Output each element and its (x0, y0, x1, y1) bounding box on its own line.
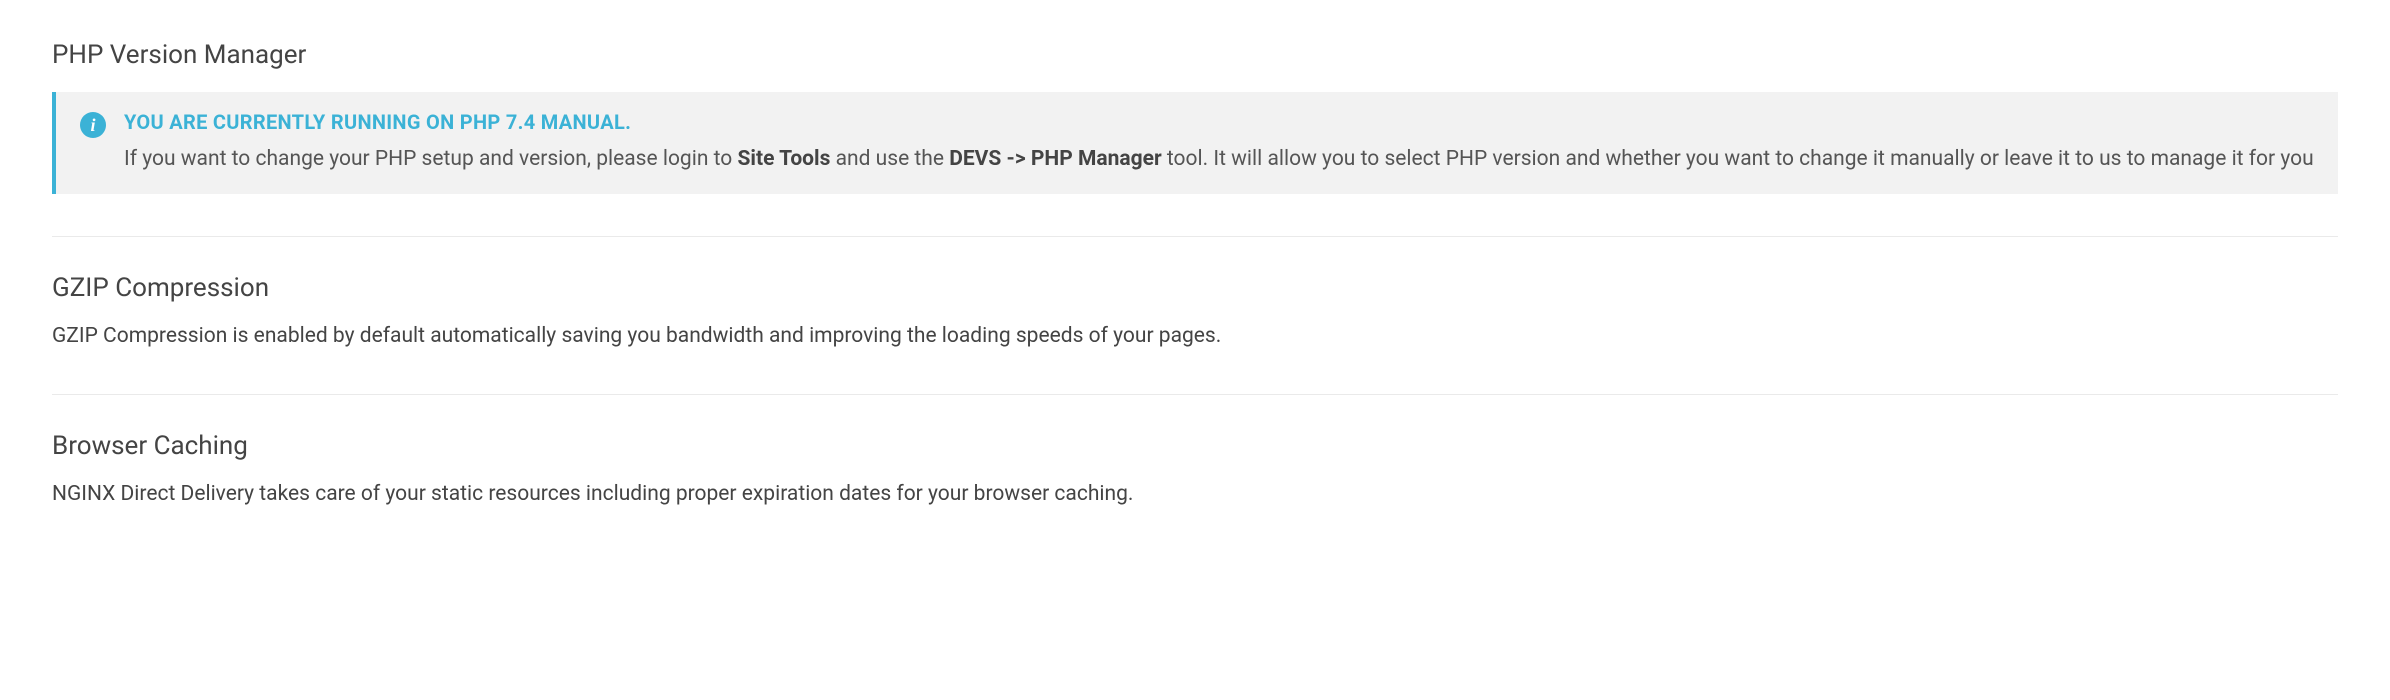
info-text-pre: If you want to change your PHP setup and… (124, 147, 737, 171)
info-text-post: tool. It will allow you to select PHP ve… (1162, 147, 2314, 171)
info-body: If you want to change your PHP setup and… (124, 144, 2314, 176)
gzip-compression-section: GZIP Compression GZIP Compression is ena… (52, 273, 2338, 396)
section-title-cache: Browser Caching (52, 431, 2338, 461)
info-bold-devs-php-manager: DEVS -> PHP Manager (949, 147, 1161, 171)
section-desc-cache: NGINX Direct Delivery takes care of your… (52, 479, 2338, 511)
info-icon: i (80, 112, 106, 138)
section-title-gzip: GZIP Compression (52, 273, 2338, 303)
info-bold-site-tools: Site Tools (737, 147, 830, 171)
info-content: YOU ARE CURRENTLY RUNNING ON PHP 7.4 MAN… (124, 110, 2314, 176)
info-text-mid: and use the (830, 147, 949, 171)
section-desc-gzip: GZIP Compression is enabled by default a… (52, 321, 2338, 353)
info-box: i YOU ARE CURRENTLY RUNNING ON PHP 7.4 M… (52, 92, 2338, 194)
php-version-manager-section: PHP Version Manager i YOU ARE CURRENTLY … (52, 40, 2338, 237)
section-title-php: PHP Version Manager (52, 40, 2338, 70)
info-headline: YOU ARE CURRENTLY RUNNING ON PHP 7.4 MAN… (124, 110, 2314, 134)
browser-caching-section: Browser Caching NGINX Direct Delivery ta… (52, 431, 2338, 511)
